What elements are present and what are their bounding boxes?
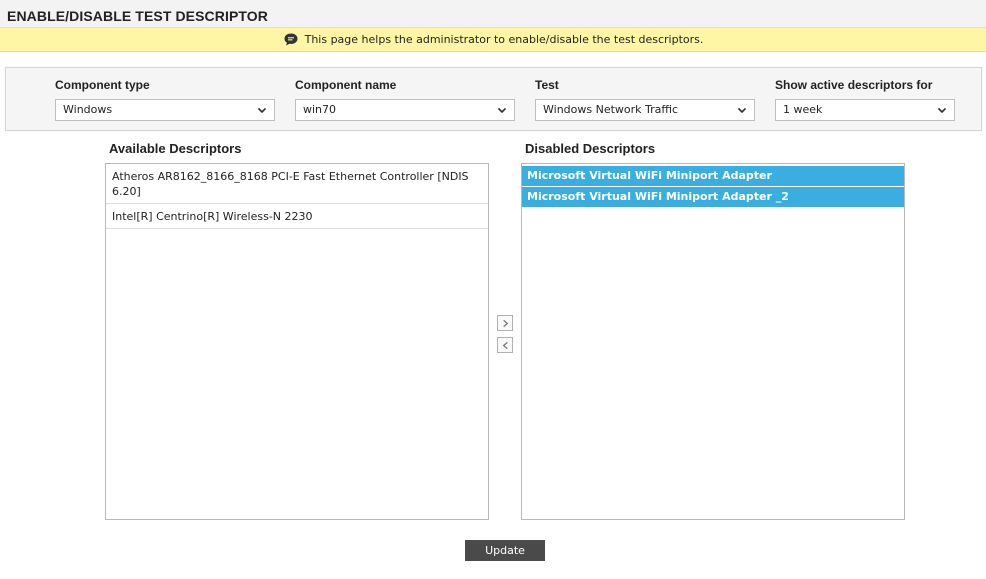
move-left-button[interactable] (497, 337, 513, 353)
page-title: ENABLE/DISABLE TEST DESCRIPTOR (7, 8, 268, 24)
info-banner: This page helps the administrator to ena… (0, 28, 986, 52)
chevron-down-icon (937, 107, 947, 114)
chevron-down-icon (497, 107, 507, 114)
filter-panel: Component type Windows Component name wi… (5, 67, 982, 131)
page-header: ENABLE/DISABLE TEST DESCRIPTOR (0, 0, 986, 28)
info-banner-text: This page helps the administrator to ena… (304, 33, 704, 46)
disabled-descriptors-list[interactable]: Microsoft Virtual WiFi Miniport Adapter … (521, 163, 905, 520)
component-type-label: Component type (55, 78, 150, 92)
component-name-select[interactable]: win70 (295, 99, 515, 121)
list-item[interactable]: Microsoft Virtual WiFi Miniport Adapter … (522, 187, 904, 207)
component-type-value: Windows (63, 103, 113, 116)
disabled-descriptors-heading: Disabled Descriptors (525, 141, 656, 156)
chevron-right-icon (502, 319, 508, 327)
available-descriptors-heading: Available Descriptors (109, 141, 242, 156)
test-value: Windows Network Traffic (543, 103, 679, 116)
test-select[interactable]: Windows Network Traffic (535, 99, 755, 121)
list-item[interactable]: Atheros AR8162_8166_8168 PCI-E Fast Ethe… (106, 164, 488, 204)
list-item[interactable]: Intel[R] Centrino[R] Wireless-N 2230 (106, 204, 488, 229)
active-period-select[interactable]: 1 week (775, 99, 955, 121)
test-label: Test (535, 78, 559, 92)
active-period-label: Show active descriptors for (775, 78, 933, 92)
chevron-down-icon (257, 107, 267, 114)
active-period-filter: Show active descriptors for 1 week (775, 78, 955, 121)
component-name-value: win70 (303, 103, 337, 116)
component-type-select[interactable]: Windows (55, 99, 275, 121)
list-item[interactable]: Microsoft Virtual WiFi Miniport Adapter (522, 166, 904, 186)
chevron-down-icon (737, 107, 747, 114)
active-period-value: 1 week (783, 103, 823, 116)
test-filter: Test Windows Network Traffic (535, 78, 755, 121)
component-type-filter: Component type Windows (55, 78, 275, 121)
component-name-label: Component name (295, 78, 397, 92)
component-name-filter: Component name win70 (295, 78, 515, 121)
move-right-button[interactable] (497, 315, 513, 331)
update-button[interactable]: Update (465, 540, 545, 561)
chevron-left-icon (502, 341, 508, 349)
available-descriptors-list[interactable]: Atheros AR8162_8166_8168 PCI-E Fast Ethe… (105, 163, 489, 520)
speech-bubble-icon (283, 32, 299, 48)
